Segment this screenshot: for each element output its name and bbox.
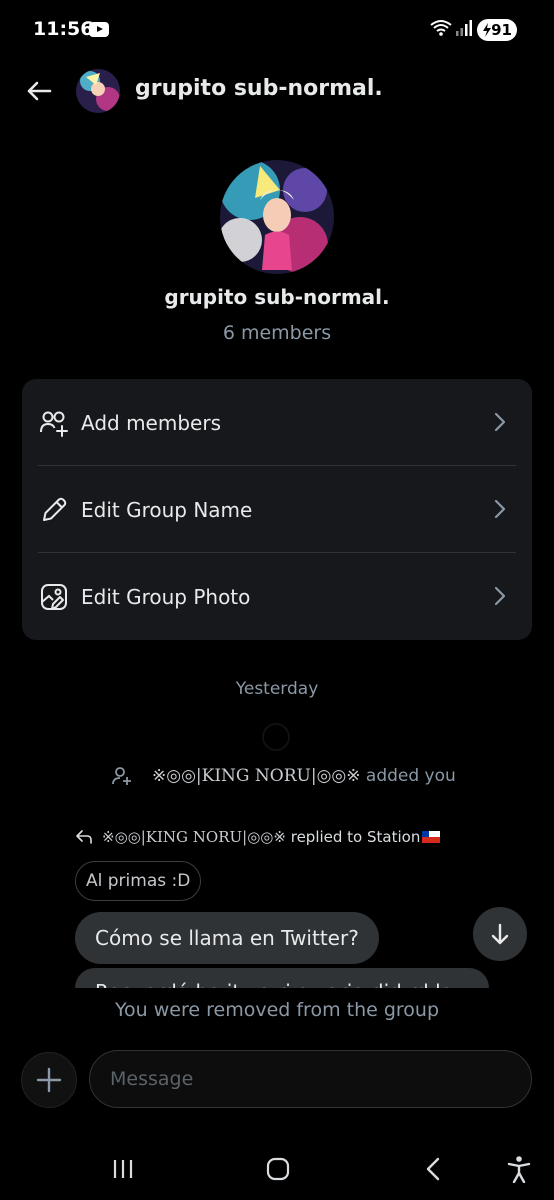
pencil-icon <box>43 497 67 521</box>
youtube-notification-icon <box>89 22 109 37</box>
reply-actor-name: ※◎◎|KING NORU|◎◎※ <box>102 828 286 846</box>
reply-context: ※◎◎|KING NORU|◎◎※ replied to Station <box>76 828 441 846</box>
status-time: 11:56 <box>33 18 94 40</box>
loading-spinner <box>262 723 290 751</box>
plus-icon <box>36 1067 62 1093</box>
system-added-event: ※◎◎|KING NORU|◎◎※ added you <box>112 766 456 786</box>
message-bubble-partial[interactable]: Recuerdá ba it ya ri a zaria did rd la <box>75 968 489 988</box>
back-arrow-icon[interactable] <box>24 76 54 106</box>
accessibility-icon <box>507 1156 531 1183</box>
group-actions-card: Add members Edit Group Name Edit Group P… <box>22 379 532 640</box>
add-members-button[interactable]: Add members <box>22 379 532 466</box>
battery-level: 91 <box>491 21 512 39</box>
chile-flag-icon <box>422 831 441 843</box>
group-name: grupito sub-normal. <box>164 285 390 309</box>
group-avatar <box>220 160 334 274</box>
header-group-avatar[interactable] <box>76 69 120 113</box>
recent-apps-button[interactable] <box>108 1152 138 1186</box>
charging-icon <box>483 23 491 37</box>
header-title[interactable]: grupito sub-normal. <box>135 76 383 101</box>
arrow-down-icon <box>491 923 509 945</box>
removed-notice: You were removed from the group <box>114 999 440 1021</box>
battery-indicator: 91 <box>477 19 517 41</box>
partial-message-text: Recuerdá ba it ya ri a zaria did rd la <box>95 980 453 988</box>
edit-group-name-button[interactable]: Edit Group Name <box>22 466 532 553</box>
edit-group-photo-button[interactable]: Edit Group Photo <box>22 553 532 640</box>
reply-event-text: replied to Station <box>285 828 421 846</box>
added-actor-name: ※◎◎|KING NORU|◎◎※ <box>152 766 361 786</box>
message-input[interactable]: Message <box>89 1050 532 1108</box>
add-members-icon <box>40 411 68 437</box>
signal-icon <box>456 20 472 36</box>
date-separator: Yesterday <box>235 679 319 699</box>
edit-group-name-label: Edit Group Name <box>81 497 253 522</box>
add-members-label: Add members <box>81 410 221 435</box>
edit-photo-icon <box>41 584 67 610</box>
nav-back-icon <box>426 1157 440 1181</box>
accessibility-button[interactable] <box>505 1152 533 1186</box>
quoted-message[interactable]: Al primas :D <box>75 861 202 901</box>
reply-icon <box>76 830 92 844</box>
home-button[interactable] <box>263 1152 293 1186</box>
attach-button[interactable] <box>21 1052 77 1108</box>
message-bubble[interactable]: Cómo se llama en Twitter? <box>75 912 379 964</box>
edit-group-photo-label: Edit Group Photo <box>81 584 251 609</box>
wifi-icon <box>430 20 452 36</box>
home-icon <box>266 1157 290 1181</box>
nav-back-button[interactable] <box>420 1152 446 1186</box>
recents-icon <box>113 1160 133 1178</box>
add-user-icon <box>112 767 131 785</box>
scroll-to-bottom-button[interactable] <box>473 907 527 961</box>
chevron-right-icon <box>494 586 506 606</box>
chevron-right-icon <box>494 412 506 432</box>
chevron-right-icon <box>494 499 506 519</box>
added-event-text: added you <box>360 766 456 786</box>
members-count: 6 members <box>222 322 332 344</box>
